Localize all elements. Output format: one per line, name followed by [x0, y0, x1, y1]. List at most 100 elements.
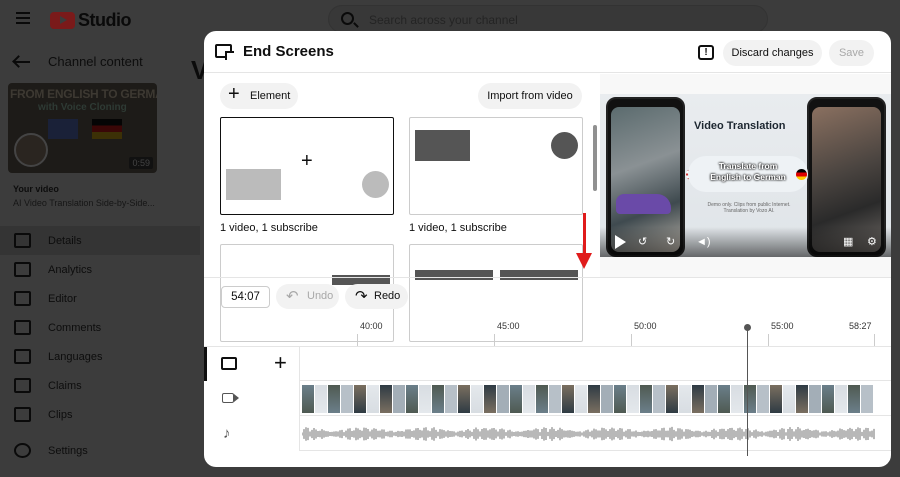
thumbnail-subtitle: with Voice Cloning — [38, 102, 127, 113]
video-frame — [783, 385, 796, 413]
sidebar-item-editor[interactable]: Editor — [0, 284, 200, 313]
ruler-tick: 55:00 — [771, 321, 794, 331]
back-arrow-icon — [14, 60, 30, 63]
waveform-path — [302, 426, 875, 442]
add-element-button[interactable]: Element — [220, 81, 298, 109]
video-frame — [861, 385, 874, 413]
us-flag-icon — [48, 119, 78, 139]
save-button[interactable]: Save — [829, 40, 874, 66]
comment-icon — [14, 320, 31, 335]
video-frame — [822, 385, 835, 413]
video-frame — [315, 385, 328, 413]
video-frame — [770, 385, 783, 413]
video-thumbnail[interactable]: FROM ENGLISH TO GERMAN with Voice Clonin… — [8, 83, 157, 173]
search-box[interactable]: Search across your channel — [328, 5, 768, 33]
gear-icon[interactable]: ⚙ — [867, 236, 877, 248]
video-frame — [575, 385, 588, 413]
translate-line-2: English to German — [710, 172, 786, 182]
tick-line — [494, 334, 495, 346]
redo-button[interactable]: ↷ Redo — [345, 284, 408, 309]
templates-scrollbar[interactable] — [592, 120, 598, 280]
video-frame — [588, 385, 601, 413]
video-frame — [731, 385, 744, 413]
discard-changes-button[interactable]: Discard changes — [723, 40, 822, 66]
video-frame — [302, 385, 315, 413]
forward-10-icon[interactable]: ↻ — [666, 236, 675, 248]
settings-label: Settings — [48, 444, 88, 457]
video-frame — [471, 385, 484, 413]
translate-badge: Translate from English to German — [688, 156, 808, 192]
video-frame — [484, 385, 497, 413]
sidebar-item-claims[interactable]: Claims — [0, 371, 200, 400]
video-frame — [757, 385, 770, 413]
video-frame — [562, 385, 575, 413]
undo-button[interactable]: ↶ Undo — [276, 284, 339, 309]
redo-label: Redo — [374, 290, 401, 302]
subscribe-placeholder — [551, 132, 578, 159]
sidebar-item-settings[interactable]: Settings — [14, 443, 88, 458]
template-caption: 1 video, 1 subscribe — [409, 222, 507, 234]
ruler-tick: 45:00 — [497, 321, 520, 331]
rewind-10-icon[interactable]: ↺ — [638, 236, 647, 248]
video-frame — [640, 385, 653, 413]
preview-title: Video Translation — [694, 120, 786, 132]
chart-icon — [14, 262, 31, 277]
playhead[interactable] — [744, 324, 751, 456]
sidebar-item-label: Analytics — [48, 263, 93, 276]
subtitles-icon — [14, 349, 31, 364]
video-frame — [393, 385, 406, 413]
sidebar-nav: Details Analytics Editor Comments Langua… — [0, 226, 200, 429]
video-frame — [653, 385, 666, 413]
feedback-icon[interactable]: ! — [698, 45, 714, 60]
copyright-icon — [14, 378, 31, 393]
end-screen-track-icon — [221, 357, 237, 370]
pencil-icon — [14, 233, 31, 248]
hamburger-menu-icon[interactable] — [16, 12, 30, 24]
ruler-tick: 40:00 — [360, 321, 383, 331]
play-icon[interactable] — [615, 235, 626, 249]
add-element-plus-icon[interactable]: + — [274, 350, 287, 376]
subscribe-placeholder — [362, 171, 389, 198]
current-time-input[interactable]: 54:07 — [221, 286, 270, 308]
import-from-video-button[interactable]: Import from video — [478, 83, 582, 109]
video-frame — [432, 385, 445, 413]
video-frame — [835, 385, 848, 413]
video-frame — [406, 385, 419, 413]
sidebar-item-details[interactable]: Details — [0, 226, 200, 255]
sidebar-item-languages[interactable]: Languages — [0, 342, 200, 371]
sidebar-item-analytics[interactable]: Analytics — [0, 255, 200, 284]
video-frame — [666, 385, 679, 413]
video-frame — [614, 385, 627, 413]
video-frame — [718, 385, 731, 413]
sidebar-item-label: Editor — [48, 292, 77, 305]
end-screen-track[interactable] — [300, 347, 891, 381]
undo-label: Undo — [307, 290, 334, 302]
template-card[interactable]: + — [220, 117, 394, 215]
timeline-ruler[interactable]: 40:00 45:00 50:00 55:00 58:27 — [204, 317, 891, 347]
tick-line — [357, 334, 358, 346]
video-frame — [523, 385, 536, 413]
video-placeholder — [226, 169, 281, 200]
preview-frame[interactable]: Video Translation Translate from English… — [600, 94, 891, 257]
thumbnail-title: FROM ENGLISH TO GERMAN — [10, 87, 157, 101]
ruler-tick: 50:00 — [634, 321, 657, 331]
studio-logo[interactable]: Studio — [50, 10, 132, 31]
sidebar-item-comments[interactable]: Comments — [0, 313, 200, 342]
your-video-label: Your video — [13, 184, 59, 194]
video-frame — [744, 385, 757, 413]
end-screen-icon — [215, 44, 234, 60]
grid-icon[interactable]: ▦ — [843, 236, 853, 248]
video-frame — [510, 385, 523, 413]
scroll-thumb[interactable] — [593, 125, 597, 191]
video-camera-icon — [222, 393, 239, 403]
gear-icon — [14, 443, 31, 458]
video-frame — [341, 385, 354, 413]
back-to-channel-content[interactable]: Channel content — [14, 54, 143, 69]
volume-icon[interactable]: ◄) — [696, 236, 711, 248]
active-row-marker — [204, 347, 207, 381]
scissors-icon — [14, 407, 31, 422]
sidebar-item-label: Details — [48, 234, 82, 247]
template-card[interactable] — [409, 117, 583, 215]
sidebar-item-clips[interactable]: Clips — [0, 400, 200, 429]
video-filmstrip — [302, 385, 876, 413]
